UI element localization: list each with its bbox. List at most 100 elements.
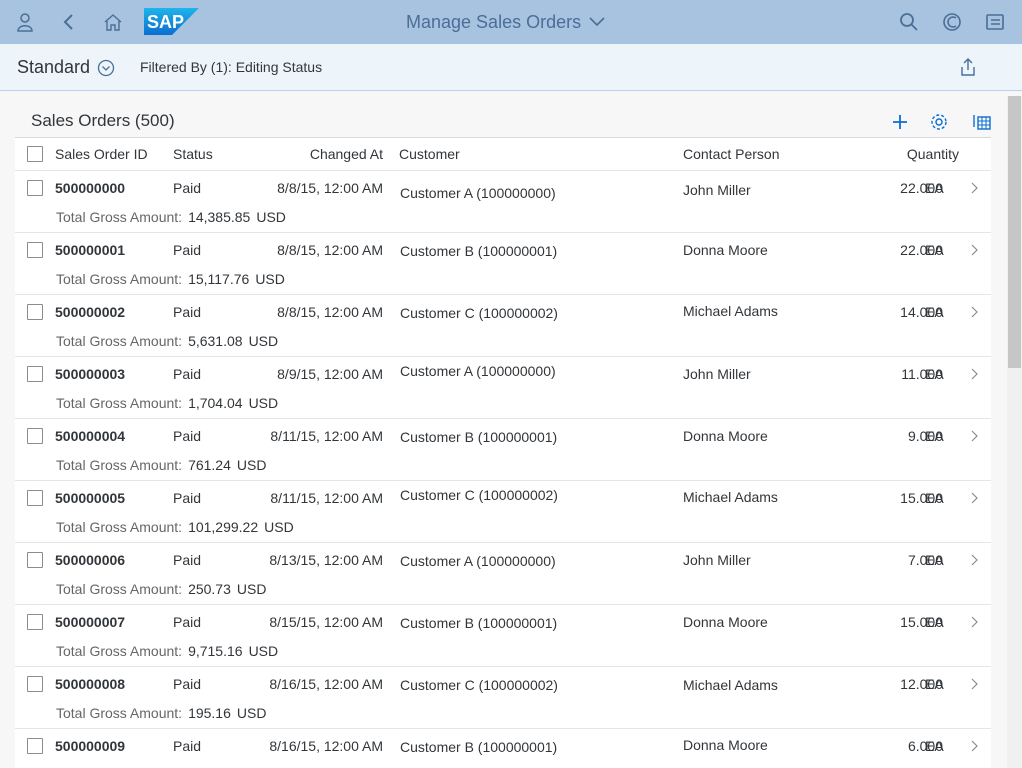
contact-person: John Miller (683, 552, 751, 568)
row-checkbox[interactable] (27, 180, 43, 196)
table-row[interactable]: 500000005 Paid 8/11/15, 12:00 AM Custome… (15, 481, 991, 543)
row-checkbox[interactable] (27, 242, 43, 258)
share-icon[interactable] (958, 57, 978, 77)
add-button[interactable] (890, 112, 910, 132)
total-gross-amount: Total Gross Amount: 5,631.08 USD (56, 333, 278, 349)
gross-label: Total Gross Amount: (56, 581, 183, 597)
table-row[interactable]: 500000004 Paid 8/11/15, 12:00 AM Custome… (15, 419, 991, 481)
app-title-menu[interactable]: Manage Sales Orders (406, 11, 605, 33)
quantity-unit: EA (925, 614, 944, 630)
row-checkbox[interactable] (27, 614, 43, 630)
chevron-right-icon[interactable] (970, 739, 980, 753)
table-row[interactable]: 500000002 Paid 8/8/15, 12:00 AM Customer… (15, 295, 991, 357)
contact-person: Donna Moore (683, 737, 768, 753)
quantity-unit: EA (925, 490, 944, 506)
chevron-right-icon[interactable] (970, 367, 980, 381)
row-checkbox[interactable] (27, 428, 43, 444)
quantity-unit: EA (925, 738, 944, 754)
changed-at: 8/11/15, 12:00 AM (270, 490, 383, 506)
row-checkbox[interactable] (27, 490, 43, 506)
table-row[interactable]: 500000007 Paid 8/15/15, 12:00 AM Custome… (15, 605, 991, 667)
table-row[interactable]: 500000008 Paid 8/16/15, 12:00 AM Custome… (15, 667, 991, 729)
sales-order-id: 500000009 (55, 738, 126, 754)
chevron-right-icon[interactable] (970, 677, 980, 691)
customer: Customer C (100000002) (400, 305, 558, 321)
row-checkbox[interactable] (27, 304, 43, 320)
select-all-checkbox[interactable] (27, 146, 43, 162)
chevron-right-icon[interactable] (970, 553, 980, 567)
status: Paid (173, 738, 202, 754)
gross-currency: USD (236, 457, 267, 473)
sales-order-id: 500000008 (55, 676, 126, 692)
total-gross-amount: Total Gross Amount: 761.24 USD (56, 457, 266, 473)
changed-at: 8/13/15, 12:00 AM (269, 552, 383, 568)
sales-order-id: 500000005 (55, 490, 126, 506)
customer: Customer B (100000001) (400, 429, 558, 445)
row-checkbox[interactable] (27, 676, 43, 692)
export-button[interactable] (972, 112, 991, 132)
contact-person: Michael Adams (683, 489, 778, 505)
search-icon[interactable] (898, 11, 920, 33)
gross-label: Total Gross Amount: (56, 209, 183, 225)
status: Paid (173, 552, 202, 568)
copilot-icon[interactable] (941, 11, 963, 33)
back-icon[interactable] (58, 11, 80, 33)
variant-selector[interactable]: Standard (17, 57, 115, 78)
notifications-icon[interactable] (984, 11, 1006, 33)
chevron-right-icon[interactable] (970, 429, 980, 443)
home-icon[interactable] (102, 11, 124, 33)
status: Paid (173, 180, 202, 196)
row-checkbox[interactable] (27, 738, 43, 754)
row-checkbox[interactable] (27, 366, 43, 382)
column-header-changed[interactable]: Changed At (310, 146, 383, 162)
sap-logo[interactable]: SAP (144, 8, 199, 35)
table-row[interactable]: 500000001 Paid 8/8/15, 12:00 AM Customer… (15, 233, 991, 295)
chevron-right-icon[interactable] (970, 181, 980, 195)
sales-order-id: 500000002 (55, 304, 126, 320)
chevron-right-icon[interactable] (970, 243, 980, 257)
gear-icon (931, 114, 947, 130)
column-header-contact[interactable]: Contact Person (683, 146, 780, 162)
quantity-unit: EA (925, 552, 944, 568)
sales-order-id: 500000004 (55, 428, 126, 444)
table-row[interactable]: 500000006 Paid 8/13/15, 12:00 AM Custome… (15, 543, 991, 605)
gross-amount: 9,715.16 (188, 643, 243, 659)
quantity-unit: EA (925, 366, 944, 382)
gross-label: Total Gross Amount: (56, 271, 183, 287)
customer: Customer B (100000001) (400, 615, 558, 631)
changed-at: 8/8/15, 12:00 AM (277, 180, 383, 196)
gross-amount: 5,631.08 (188, 333, 243, 349)
spreadsheet-icon (973, 115, 991, 130)
chevron-right-icon[interactable] (970, 491, 980, 505)
settings-button[interactable] (929, 112, 949, 132)
table-row[interactable]: 500000003 Paid 8/9/15, 12:00 AM Customer… (15, 357, 991, 419)
contact-person: Michael Adams (683, 303, 778, 319)
table-row[interactable]: 500000000 Paid 8/8/15, 12:00 AM Customer… (15, 171, 991, 233)
total-gross-amount: Total Gross Amount: 250.73 USD (56, 581, 266, 597)
user-icon[interactable] (14, 11, 36, 33)
scrollbar-thumb[interactable] (1008, 96, 1021, 368)
gross-label: Total Gross Amount: (56, 519, 183, 535)
column-header-quantity[interactable]: Quantity (907, 146, 959, 162)
variant-name: Standard (17, 57, 91, 77)
contact-person: John Miller (683, 182, 751, 198)
customer: Customer A (100000000) (400, 553, 556, 569)
column-header-status[interactable]: Status (173, 146, 213, 162)
vertical-scrollbar[interactable] (1007, 96, 1022, 768)
total-gross-amount: Total Gross Amount: 195.16 USD (56, 705, 266, 721)
gross-currency: USD (256, 209, 286, 225)
table-toolbar: Sales Orders (500) (15, 92, 991, 138)
gross-amount: 14,385.85 (188, 209, 251, 225)
changed-at: 8/8/15, 12:00 AM (277, 242, 383, 258)
chevron-right-icon[interactable] (970, 305, 980, 319)
column-header-id[interactable]: Sales Order ID (55, 146, 148, 162)
chevron-right-icon[interactable] (970, 615, 980, 629)
changed-at: 8/16/15, 12:00 AM (269, 676, 383, 692)
status: Paid (173, 366, 202, 382)
table-row[interactable]: 500000009 Paid 8/16/15, 12:00 AM Custome… (15, 729, 991, 768)
filter-bar: Standard Filtered By (1): Editing Status (0, 44, 1022, 91)
chevron-down-icon (589, 17, 605, 27)
row-checkbox[interactable] (27, 552, 43, 568)
customer: Customer B (100000001) (400, 243, 558, 259)
column-header-customer[interactable]: Customer (399, 146, 460, 162)
